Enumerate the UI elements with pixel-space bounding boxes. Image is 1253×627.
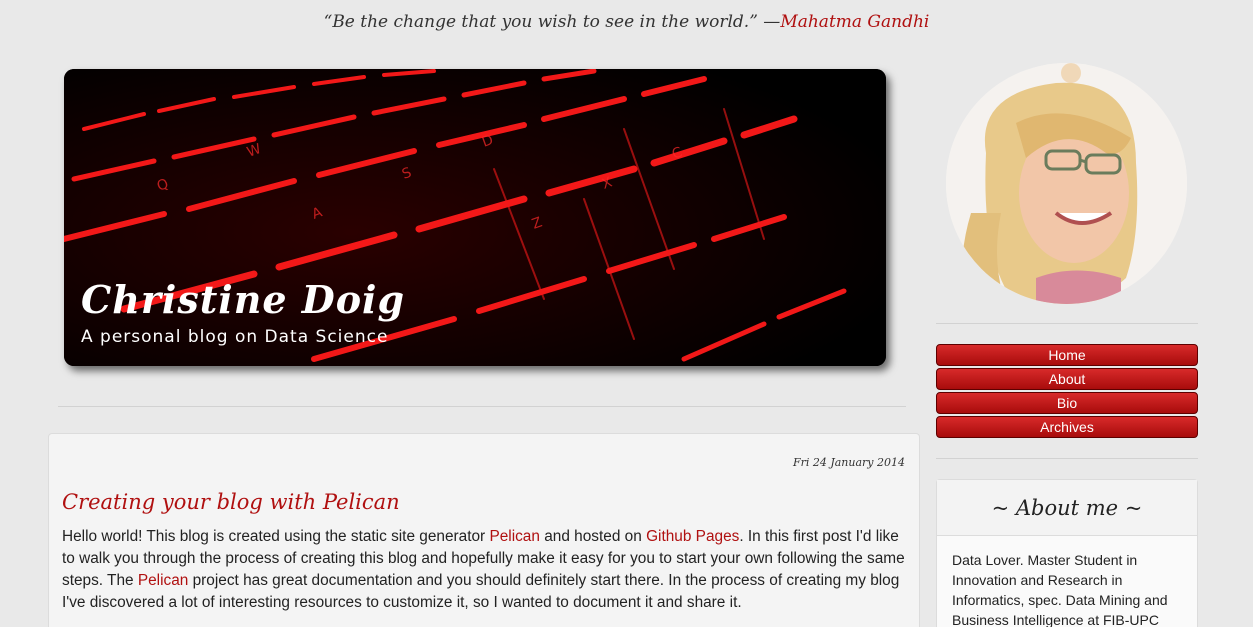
profile-photo <box>946 63 1187 304</box>
site-tagline: A personal blog on Data Science <box>81 327 389 347</box>
sidebar-nav: Home About Bio Archives <box>936 344 1198 440</box>
divider <box>936 458 1198 459</box>
site-title[interactable]: Christine Doig <box>81 277 405 322</box>
header-banner[interactable]: Q W A S D Z X C Christine Doig A persona… <box>64 69 886 366</box>
about-me-panel: ~ About me ~ Data Lover. Master Student … <box>936 479 1198 627</box>
avatar <box>946 63 1187 304</box>
nav-home-button[interactable]: Home <box>936 344 1198 366</box>
header-quote: “Be the change that you wish to see in t… <box>0 12 1253 32</box>
github-pages-link[interactable]: Github Pages <box>646 528 739 545</box>
post-body: Hello world! This blog is created using … <box>62 526 910 614</box>
post-date: Fri 24 January 2014 <box>792 456 905 469</box>
post-title[interactable]: Creating your blog with Pelican <box>62 490 400 514</box>
pelican-link[interactable]: Pelican <box>138 572 188 589</box>
about-me-text: Data Lover. Master Student in Innovation… <box>952 552 1168 627</box>
post-text: and hosted on <box>539 528 647 545</box>
quote-author: Mahatma Gandhi <box>780 12 930 32</box>
blog-post: Fri 24 January 2014 Creating your blog w… <box>48 433 920 627</box>
about-me-heading: ~ About me ~ <box>937 480 1197 536</box>
post-text: project has great documentation and you … <box>62 572 900 611</box>
nav-about-button[interactable]: About <box>936 368 1198 390</box>
divider <box>58 406 906 407</box>
divider <box>936 323 1198 324</box>
pelican-link[interactable]: Pelican <box>489 528 539 545</box>
post-text: Hello world! This blog is created using … <box>62 528 490 545</box>
nav-archives-button[interactable]: Archives <box>936 416 1198 438</box>
nav-bio-button[interactable]: Bio <box>936 392 1198 414</box>
quote-text: “Be the change that you wish to see in t… <box>323 12 781 32</box>
